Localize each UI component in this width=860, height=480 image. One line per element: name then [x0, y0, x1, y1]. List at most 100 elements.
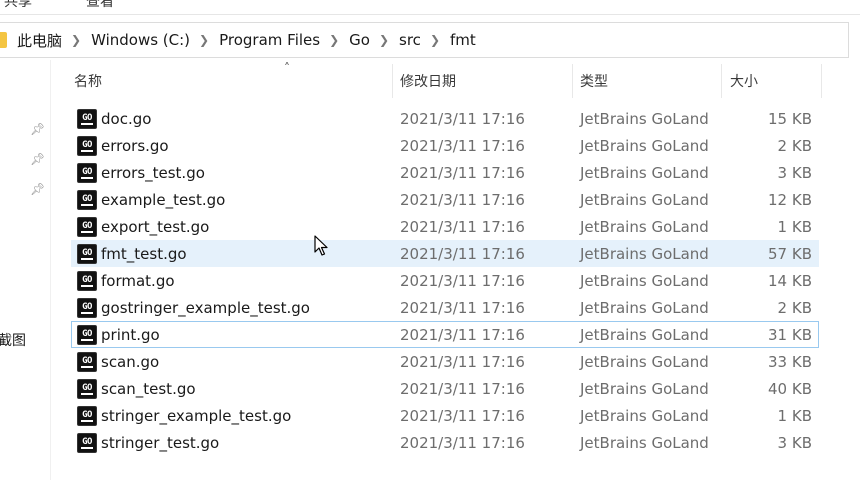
- go-file-icon: GO: [77, 406, 97, 426]
- file-date: 2021/3/11 17:16: [400, 298, 525, 317]
- file-date: 2021/3/11 17:16: [400, 190, 525, 209]
- column-divider[interactable]: [392, 64, 393, 98]
- go-file-icon: GO: [77, 136, 97, 156]
- file-size: 57 KB: [768, 244, 812, 263]
- file-size: 14 KB: [768, 271, 812, 290]
- file-name: export_test.go: [101, 217, 210, 236]
- folder-icon: [0, 32, 7, 48]
- chevron-right-icon[interactable]: ❯: [71, 33, 81, 47]
- file-size: 2 KB: [777, 136, 812, 155]
- file-name: stringer_example_test.go: [101, 406, 292, 425]
- breadcrumb-fmt[interactable]: fmt: [450, 31, 476, 49]
- file-date: 2021/3/11 17:16: [400, 217, 525, 236]
- file-name: errors_test.go: [101, 163, 205, 182]
- ribbon: 共享 查看: [0, 0, 860, 15]
- file-name: gostringer_example_test.go: [101, 298, 310, 317]
- file-size: 1 KB: [777, 217, 812, 236]
- chevron-right-icon[interactable]: ❯: [199, 33, 209, 47]
- file-type: JetBrains GoLand: [580, 298, 709, 317]
- table-row[interactable]: GO stringer_example_test.go 2021/3/11 17:1…: [71, 402, 819, 429]
- file-date: 2021/3/11 17:16: [400, 352, 525, 371]
- go-file-icon: GO: [77, 271, 97, 291]
- file-type: JetBrains GoLand: [580, 379, 709, 398]
- table-row[interactable]: GO fmt_test.go 2021/3/11 17:16 JetBrains Go…: [71, 240, 819, 267]
- go-file-icon: GO: [77, 109, 97, 129]
- file-date: 2021/3/11 17:16: [400, 271, 525, 290]
- go-file-icon: GO: [77, 352, 97, 372]
- file-name: scan_test.go: [101, 379, 196, 398]
- file-date: 2021/3/11 17:16: [400, 109, 525, 128]
- file-type: JetBrains GoLand: [580, 190, 709, 209]
- file-list: GO doc.go 2021/3/11 17:16 JetBrains GoLand 1…: [71, 105, 819, 456]
- file-date: 2021/3/11 17:16: [400, 244, 525, 263]
- table-row[interactable]: GO stringer_test.go 2021/3/11 17:16 JetBrai…: [71, 429, 819, 456]
- column-header: ˄ 名称 修改日期 类型 大小: [62, 61, 822, 100]
- file-name: fmt_test.go: [101, 244, 187, 263]
- table-row[interactable]: GO scan_test.go 2021/3/11 17:16 JetBrains G…: [71, 375, 819, 402]
- breadcrumb-go[interactable]: Go: [349, 31, 370, 49]
- file-date: 2021/3/11 17:16: [400, 379, 525, 398]
- table-row[interactable]: GO gostringer_example_test.go 2021/3/11 17…: [71, 294, 819, 321]
- column-type[interactable]: 类型: [580, 62, 608, 100]
- table-row[interactable]: GO export_test.go 2021/3/11 17:16 JetBrains…: [71, 213, 819, 240]
- go-file-icon: GO: [77, 190, 97, 210]
- mouse-cursor-icon: [314, 235, 328, 256]
- breadcrumb-program-files[interactable]: Program Files: [219, 31, 320, 49]
- pin-icon[interactable]: 📌︎: [30, 122, 45, 136]
- file-type: JetBrains GoLand: [580, 271, 709, 290]
- breadcrumb-src[interactable]: src: [399, 31, 421, 49]
- ribbon-tab-share[interactable]: 共享: [4, 0, 32, 11]
- column-name[interactable]: 名称: [74, 62, 102, 100]
- file-size: 2 KB: [777, 298, 812, 317]
- column-size[interactable]: 大小: [730, 62, 758, 100]
- breadcrumb-this-pc[interactable]: 此电脑: [17, 30, 62, 51]
- column-divider[interactable]: [572, 64, 573, 98]
- table-row[interactable]: GO format.go 2021/3/11 17:16 JetBrains GoLa…: [71, 267, 819, 294]
- file-size: 40 KB: [768, 379, 812, 398]
- file-size: 3 KB: [777, 163, 812, 182]
- file-name: stringer_test.go: [101, 433, 220, 452]
- navigation-pane: 📌︎ 📌︎ 📌︎ 截图: [0, 60, 51, 480]
- file-type: JetBrains GoLand: [580, 217, 709, 236]
- file-size: 3 KB: [777, 433, 812, 452]
- table-row[interactable]: GO errors_test.go 2021/3/11 17:16 JetBrains…: [71, 159, 819, 186]
- file-size: 15 KB: [768, 109, 812, 128]
- nav-item-screenshots[interactable]: 截图: [0, 330, 26, 350]
- column-divider[interactable]: [721, 64, 722, 98]
- address-bar[interactable]: 此电脑 ❯ Windows (C:) ❯ Program Files ❯ Go …: [0, 22, 849, 58]
- file-date: 2021/3/11 17:16: [400, 163, 525, 182]
- pin-icon[interactable]: 📌︎: [30, 182, 45, 196]
- ribbon-tab-view[interactable]: 查看: [86, 0, 114, 11]
- breadcrumb: 此电脑 ❯ Windows (C:) ❯ Program Files ❯ Go …: [17, 30, 476, 51]
- file-type: JetBrains GoLand: [580, 406, 709, 425]
- go-file-icon: GO: [77, 163, 97, 183]
- breadcrumb-windows-c[interactable]: Windows (C:): [91, 31, 190, 49]
- file-type: JetBrains GoLand: [580, 109, 709, 128]
- table-row[interactable]: GO print.go 2021/3/11 17:16 JetBrains GoLan…: [71, 321, 819, 348]
- file-name: doc.go: [101, 109, 152, 128]
- file-size: 31 KB: [768, 325, 812, 344]
- file-date: 2021/3/11 17:16: [400, 136, 525, 155]
- file-date: 2021/3/11 17:16: [400, 406, 525, 425]
- file-date: 2021/3/11 17:16: [400, 325, 525, 344]
- file-type: JetBrains GoLand: [580, 325, 709, 344]
- table-row[interactable]: GO errors.go 2021/3/11 17:16 JetBrains GoLa…: [71, 132, 819, 159]
- table-row[interactable]: GO scan.go 2021/3/11 17:16 JetBrains GoLand…: [71, 348, 819, 375]
- go-file-icon: GO: [77, 325, 97, 345]
- go-file-icon: GO: [77, 379, 97, 399]
- chevron-right-icon[interactable]: ❯: [379, 33, 389, 47]
- file-type: JetBrains GoLand: [580, 244, 709, 263]
- pin-icon[interactable]: 📌︎: [30, 152, 45, 166]
- file-type: JetBrains GoLand: [580, 163, 709, 182]
- column-date[interactable]: 修改日期: [400, 62, 456, 100]
- table-row[interactable]: GO doc.go 2021/3/11 17:16 JetBrains GoLand 1…: [71, 105, 819, 132]
- chevron-right-icon[interactable]: ❯: [329, 33, 339, 47]
- file-date: 2021/3/11 17:16: [400, 433, 525, 452]
- column-divider[interactable]: [821, 64, 822, 98]
- sort-ascending-icon: ˄: [284, 61, 290, 75]
- file-type: JetBrains GoLand: [580, 136, 709, 155]
- file-name: errors.go: [101, 136, 169, 155]
- chevron-right-icon[interactable]: ❯: [430, 33, 440, 47]
- table-row[interactable]: GO example_test.go 2021/3/11 17:16 JetBrain…: [71, 186, 819, 213]
- file-name: format.go: [101, 271, 175, 290]
